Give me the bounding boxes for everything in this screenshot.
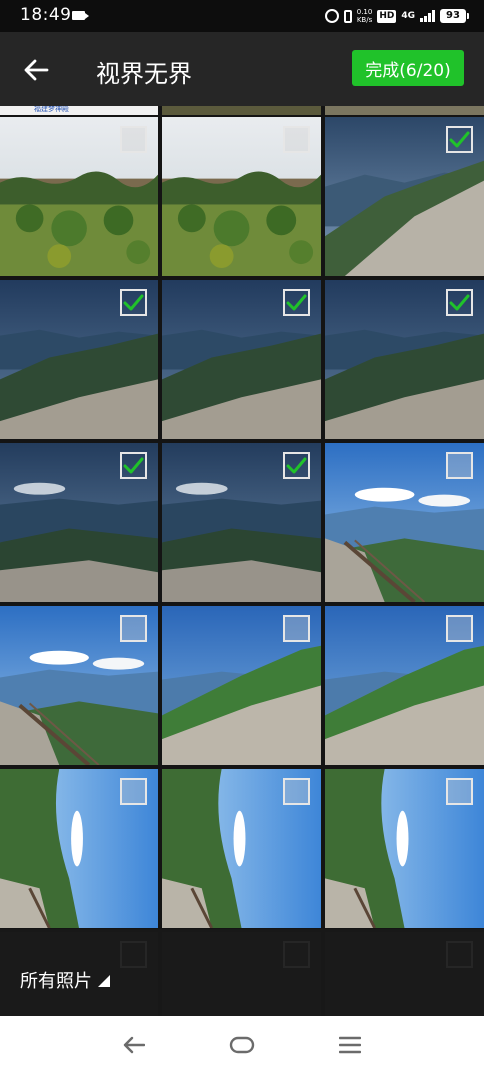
album-selector[interactable]: 所有照片 bbox=[20, 967, 110, 993]
photo-tile[interactable] bbox=[0, 769, 158, 928]
page-title: 视界无界 bbox=[96, 60, 192, 88]
check-icon bbox=[286, 294, 307, 311]
album-label: 所有照片 bbox=[20, 971, 92, 992]
checkbox-unchecked[interactable] bbox=[446, 452, 473, 479]
photo-tile[interactable] bbox=[325, 117, 484, 276]
partial-photo-left[interactable]: 福建梦神殿 bbox=[0, 106, 158, 115]
checkbox-unchecked[interactable] bbox=[446, 615, 473, 642]
status-time: 18:49 bbox=[20, 5, 72, 25]
check-icon bbox=[123, 294, 144, 311]
video-camera-icon bbox=[72, 11, 89, 20]
check-icon bbox=[286, 457, 307, 474]
title-bar: 视界无界 完成(6/20) bbox=[0, 32, 484, 106]
checkbox-unchecked[interactable] bbox=[120, 778, 147, 805]
photo-tile[interactable] bbox=[325, 280, 484, 439]
vibrate-icon bbox=[343, 9, 352, 23]
photo-tile[interactable] bbox=[0, 606, 158, 765]
hd-badge: HD bbox=[377, 9, 397, 23]
alarm-icon bbox=[324, 9, 339, 23]
check-icon bbox=[123, 457, 144, 474]
status-icons: 0.10 KB/s HD 4G 93 bbox=[324, 6, 469, 26]
net-speed: 0.10 KB/s bbox=[357, 8, 373, 24]
photo-tile[interactable] bbox=[162, 443, 321, 602]
system-nav-bar bbox=[0, 1016, 484, 1072]
checkbox-unchecked[interactable] bbox=[120, 126, 147, 153]
check-icon bbox=[449, 294, 470, 311]
photo-tile[interactable] bbox=[325, 606, 484, 765]
checkbox-unchecked[interactable] bbox=[283, 615, 310, 642]
arrow-left-icon bbox=[24, 59, 49, 81]
checkbox-checked[interactable] bbox=[120, 289, 147, 316]
photo-tile[interactable] bbox=[162, 606, 321, 765]
partial-photo-middle[interactable] bbox=[162, 106, 321, 115]
photo-tile[interactable] bbox=[325, 443, 484, 602]
battery-icon: 93 bbox=[440, 9, 469, 23]
checkbox-unchecked[interactable] bbox=[283, 778, 310, 805]
checkbox-checked[interactable] bbox=[283, 289, 310, 316]
photo-tile[interactable] bbox=[0, 443, 158, 602]
nav-back-icon bbox=[123, 1036, 145, 1054]
photo-grid[interactable]: 福建梦神殿 bbox=[0, 106, 484, 1016]
done-button[interactable]: 完成(6/20) bbox=[352, 50, 464, 86]
checkbox-checked[interactable] bbox=[283, 452, 310, 479]
photo-tile[interactable] bbox=[0, 280, 158, 439]
app-root: 18:49 0.10 KB/s HD 4G 93 视界无界 完成(6/20) 福… bbox=[0, 0, 484, 1072]
album-bar: 所有照片 bbox=[0, 929, 484, 1016]
checkbox-unchecked[interactable] bbox=[446, 778, 473, 805]
partial-photo-right[interactable] bbox=[325, 106, 484, 115]
status-bar: 18:49 0.10 KB/s HD 4G 93 bbox=[0, 0, 484, 32]
signal-icon bbox=[420, 10, 435, 22]
checkbox-checked[interactable] bbox=[120, 452, 147, 479]
dropdown-triangle-icon bbox=[98, 975, 110, 987]
photo-tile[interactable] bbox=[162, 117, 321, 276]
net-speed-value: 0.10 bbox=[356, 8, 373, 16]
photo-tile[interactable] bbox=[162, 769, 321, 928]
checkbox-checked[interactable] bbox=[446, 289, 473, 316]
photo-tile[interactable] bbox=[0, 117, 158, 276]
network-type: 4G bbox=[401, 11, 415, 21]
checkbox-unchecked[interactable] bbox=[283, 126, 310, 153]
nav-home-icon bbox=[229, 1036, 255, 1054]
net-speed-unit: KB/s bbox=[356, 16, 373, 24]
photo-tile[interactable] bbox=[325, 769, 484, 928]
nav-home-button[interactable] bbox=[222, 1030, 262, 1060]
photo-tile[interactable] bbox=[162, 280, 321, 439]
partial-photo-caption: 福建梦神殿 bbox=[34, 106, 69, 113]
nav-menu-button[interactable] bbox=[330, 1030, 370, 1060]
check-icon bbox=[449, 131, 470, 148]
checkbox-unchecked[interactable] bbox=[120, 615, 147, 642]
menu-icon bbox=[339, 1036, 361, 1054]
checkbox-checked[interactable] bbox=[446, 126, 473, 153]
nav-back-button[interactable] bbox=[114, 1030, 154, 1060]
back-button[interactable] bbox=[14, 50, 58, 90]
